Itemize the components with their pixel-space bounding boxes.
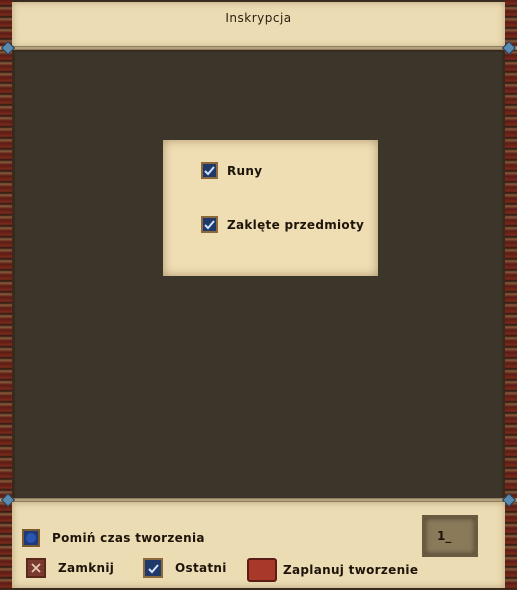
runes-checkbox[interactable] (201, 162, 218, 179)
scroll-icon[interactable] (247, 558, 277, 582)
checkmark-icon (204, 166, 215, 176)
runes-label: Runy (227, 163, 263, 178)
skip-time-label: Pomiń czas tworzenia (52, 531, 205, 545)
crafting-window: Inskrypcja Runy Zaklęte przedmioty Pomiń… (0, 0, 517, 590)
close-icon[interactable] (26, 558, 46, 578)
filter-runes[interactable]: Runy (201, 162, 262, 179)
close-label: Zamknij (58, 561, 115, 575)
skip-time-option[interactable]: Pomiń czas tworzenia (22, 529, 205, 547)
title-bar: Inskrypcja (12, 2, 505, 48)
last-check-icon[interactable] (143, 558, 163, 578)
enchanted-items-checkbox[interactable] (201, 216, 218, 233)
enchanted-items-label: Zaklęte przedmioty (227, 217, 365, 232)
schedule-label: Zaplanuj tworzenie (283, 563, 419, 577)
skip-time-radio[interactable] (22, 529, 40, 547)
checkmark-icon (204, 220, 215, 230)
last-label: Ostatni (175, 561, 227, 575)
quantity-input[interactable]: 1_ (422, 515, 478, 557)
close-button[interactable]: Zamknij (26, 558, 114, 578)
schedule-button[interactable]: Zaplanuj tworzenie (247, 558, 418, 582)
filter-enchanted-items[interactable]: Zaklęte przedmioty (201, 216, 364, 233)
top-divider (0, 46, 517, 50)
last-button[interactable]: Ostatni (143, 558, 227, 578)
window-title: Inskrypcja (225, 11, 292, 25)
filter-panel: Runy Zaklęte przedmioty (163, 140, 378, 276)
